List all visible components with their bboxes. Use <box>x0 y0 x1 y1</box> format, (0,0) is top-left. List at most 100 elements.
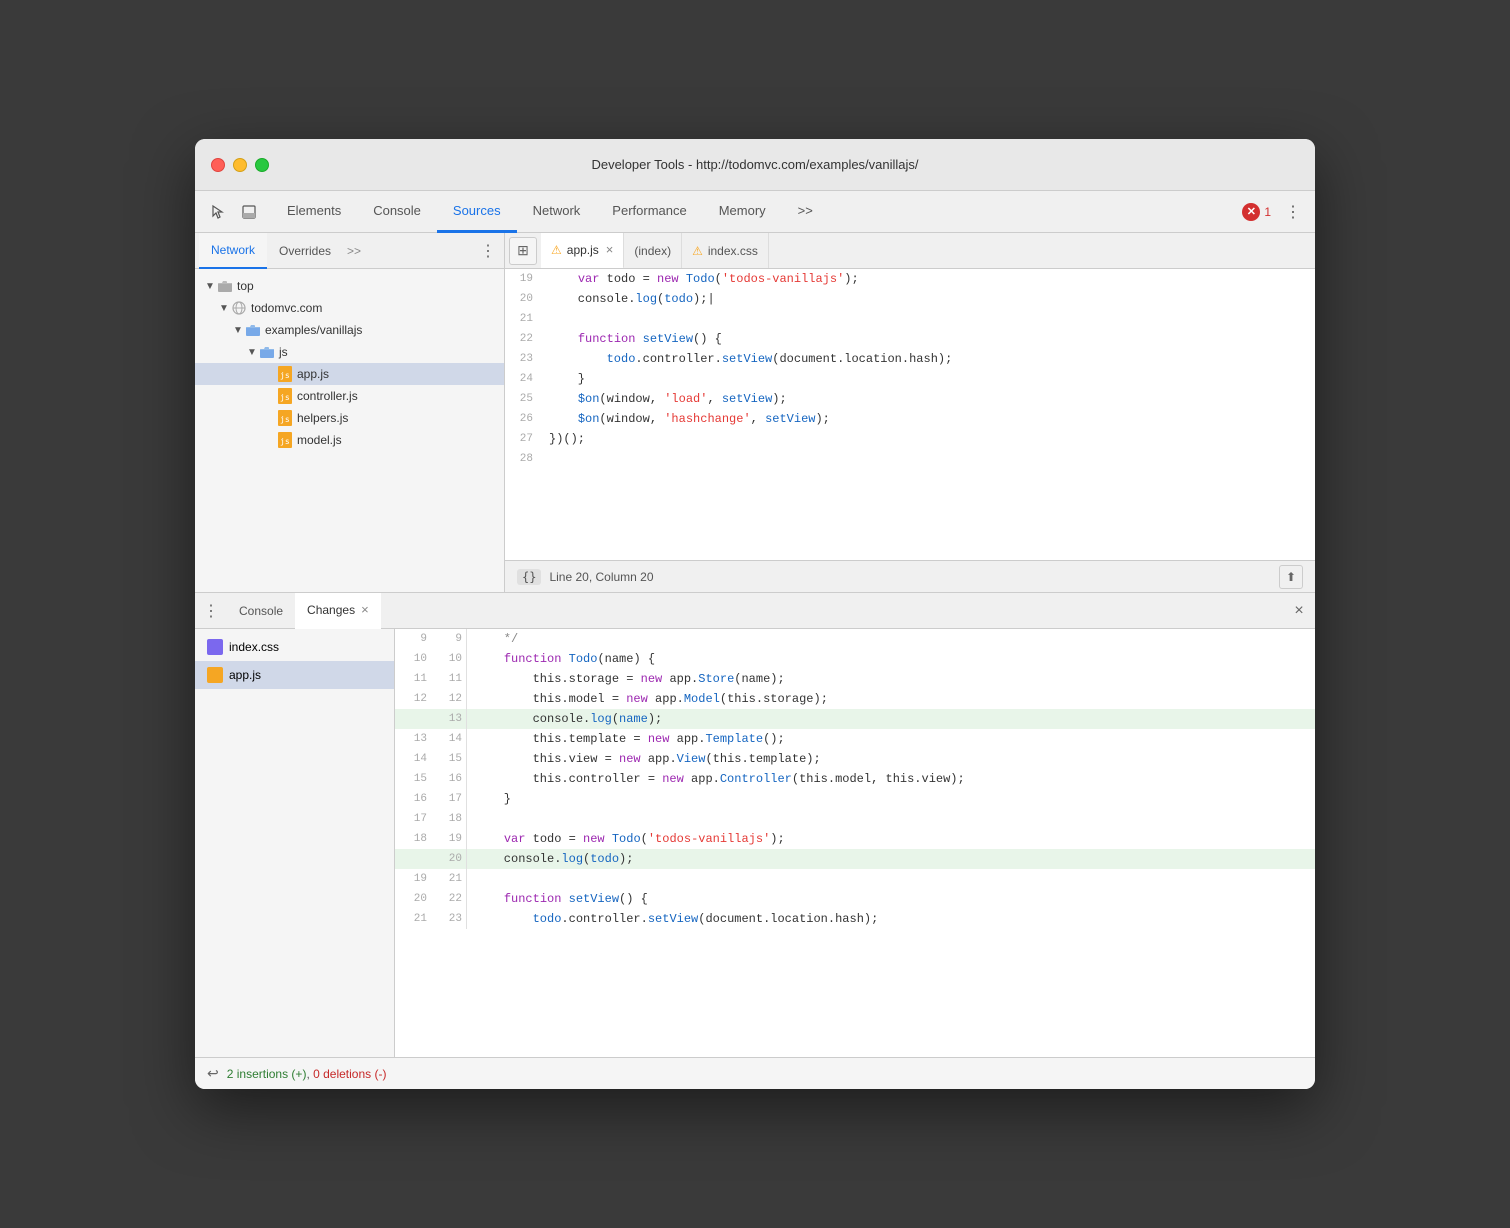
svg-text:js: js <box>280 393 290 402</box>
tree-item-controllerjs[interactable]: ▶ js controller.js <box>195 385 504 407</box>
editor-tab-index[interactable]: (index) <box>624 233 682 269</box>
tree-label-top: top <box>237 279 254 293</box>
tab-network[interactable]: Network <box>517 191 597 233</box>
bottom-panel: ⋮ Console Changes × × <box>195 593 1315 1089</box>
tree-item-todomvc[interactable]: ▼ todomvc.com <box>195 297 504 319</box>
bottom-tab-changes-close[interactable]: × <box>361 602 369 617</box>
code-line-19: 19 var todo = new Todo('todos-vanillajs'… <box>505 269 1315 289</box>
tab-console[interactable]: Console <box>357 191 437 233</box>
code-line-27: 27 })(); <box>505 429 1315 449</box>
bottom-menu-icon[interactable]: ⋮ <box>199 599 223 623</box>
bottom-status-bar: ↩ 2 insertions (+), 0 deletions (-) <box>195 1057 1315 1089</box>
editor-area: ⊞ ⚠ app.js × (index) ⚠ index.css <box>505 233 1315 592</box>
close-button[interactable] <box>211 158 225 172</box>
tree-item-examples[interactable]: ▼ examples/vanillajs <box>195 319 504 341</box>
tree-label-js: js <box>279 345 288 359</box>
tree-label-controllerjs: controller.js <box>297 389 358 403</box>
editor-tab-label-index: (index) <box>634 244 671 258</box>
nav-tabs: Elements Console Sources Network Perform… <box>271 191 829 233</box>
editor-tab-label-appjs: app.js <box>567 243 599 257</box>
tree-item-js[interactable]: ▼ js <box>195 341 504 363</box>
changes-file-label-js: app.js <box>229 668 261 682</box>
tab-close-appjs[interactable]: × <box>606 242 614 257</box>
file-icon-helpersjs: js <box>277 410 293 426</box>
tab-sources[interactable]: Sources <box>437 191 517 233</box>
status-position: Line 20, Column 20 <box>549 570 653 584</box>
file-icon-modeljs: js <box>277 432 293 448</box>
changes-file-label-css: index.css <box>229 640 279 654</box>
tree-label-helpersjs: helpers.js <box>297 411 348 425</box>
editor-toggle-btn[interactable]: ⊞ <box>509 237 537 265</box>
tree-item-top[interactable]: ▼ top <box>195 275 504 297</box>
editor-tab-label-indexcss: index.css <box>708 244 758 258</box>
traffic-lights <box>211 158 269 172</box>
folder-icon-js <box>259 344 275 360</box>
changes-panel: index.css app.js 9 <box>195 629 1315 1057</box>
diff-line-7: 14 15 this.view = new app.View(this.temp… <box>395 749 1315 769</box>
devtools-window: Developer Tools - http://todomvc.com/exa… <box>195 139 1315 1089</box>
tree-item-appjs[interactable]: ▶ js app.js <box>195 363 504 385</box>
code-content[interactable]: 19 var todo = new Todo('todos-vanillajs'… <box>505 269 1315 560</box>
changes-file-item-js[interactable]: app.js <box>195 661 394 689</box>
code-line-23: 23 todo.controller.setView(document.loca… <box>505 349 1315 369</box>
diff-line-4: 12 12 this.model = new app.Model(this.st… <box>395 689 1315 709</box>
tree-item-helpersjs[interactable]: ▶ js helpers.js <box>195 407 504 429</box>
sidebar-tab-overrides[interactable]: Overrides <box>267 233 343 269</box>
diff-line-3: 11 11 this.storage = new app.Store(name)… <box>395 669 1315 689</box>
tab-elements[interactable]: Elements <box>271 191 357 233</box>
sidebar-tab-more[interactable]: >> <box>347 244 361 258</box>
svg-text:js: js <box>280 437 290 446</box>
folder-icon-examples <box>245 322 261 338</box>
file-icon-appjs: js <box>277 366 293 382</box>
domain-icon <box>231 300 247 316</box>
folder-icon-top <box>217 278 233 294</box>
toolbar-icons <box>203 198 263 226</box>
tree-label-examples: examples/vanillajs <box>265 323 362 337</box>
diff-line-13: 19 21 <box>395 869 1315 889</box>
tab-warning-appjs: ⚠ <box>551 243 562 257</box>
tree-label-appjs: app.js <box>297 367 329 381</box>
code-line-22: 22 function setView() { <box>505 329 1315 349</box>
file-icon-controllerjs: js <box>277 388 293 404</box>
tab-warning-indexcss: ⚠ <box>692 244 703 258</box>
editor-tab-indexcss[interactable]: ⚠ index.css <box>682 233 769 269</box>
bottom-tab-console[interactable]: Console <box>227 593 295 629</box>
code-line-20: 20 console.log(todo);| <box>505 289 1315 309</box>
dock-icon[interactable] <box>235 198 263 226</box>
maximize-button[interactable] <box>255 158 269 172</box>
tab-memory[interactable]: Memory <box>703 191 782 233</box>
tree-arrow-examples: ▼ <box>231 325 245 336</box>
status-expand-icon[interactable]: ⬆ <box>1279 565 1303 589</box>
sidebar-tab-network[interactable]: Network <box>199 233 267 269</box>
tree-label-todomvc: todomvc.com <box>251 301 322 315</box>
diff-line-5-added: 13 console.log(name); <box>395 709 1315 729</box>
bottom-tab-changes-label: Changes <box>307 603 355 617</box>
minimize-button[interactable] <box>233 158 247 172</box>
tab-more[interactable]: >> <box>782 191 829 233</box>
tree-item-modeljs[interactable]: ▶ js model.js <box>195 429 504 451</box>
tree-label-modeljs: model.js <box>297 433 342 447</box>
cursor-icon[interactable] <box>203 198 231 226</box>
code-line-25: 25 $on(window, 'load', setView); <box>505 389 1315 409</box>
editor-tab-appjs[interactable]: ⚠ app.js × <box>541 233 624 269</box>
title-bar: Developer Tools - http://todomvc.com/exa… <box>195 139 1315 191</box>
tab-performance[interactable]: Performance <box>596 191 702 233</box>
more-options-icon[interactable]: ⋮ <box>1279 198 1307 226</box>
changes-file-item-css[interactable]: index.css <box>195 633 394 661</box>
diff-content[interactable]: 9 9 */ 10 10 function Todo(name) { <box>395 629 1315 1057</box>
undo-icon[interactable]: ↩ <box>207 1065 219 1082</box>
sidebar-menu-icon[interactable]: ⋮ <box>476 239 500 263</box>
bottom-tabs-bar: ⋮ Console Changes × × <box>195 593 1315 629</box>
toolbar-right: ✕ 1 ⋮ <box>1242 198 1307 226</box>
bottom-tab-changes[interactable]: Changes × <box>295 593 381 629</box>
content-area: Network Overrides >> ⋮ ▼ top <box>195 233 1315 1089</box>
tree-arrow-top: ▼ <box>203 281 217 292</box>
bottom-close-icon[interactable]: × <box>1287 599 1311 623</box>
diff-line-11: 18 19 var todo = new Todo('todos-vanilla… <box>395 829 1315 849</box>
error-badge[interactable]: ✕ 1 <box>1242 203 1271 221</box>
diff-line-12-added: 20 console.log(todo); <box>395 849 1315 869</box>
main-toolbar: Elements Console Sources Network Perform… <box>195 191 1315 233</box>
code-line-21: 21 <box>505 309 1315 329</box>
changes-file-list: index.css app.js <box>195 629 395 1057</box>
bottom-tab-console-label: Console <box>239 604 283 618</box>
